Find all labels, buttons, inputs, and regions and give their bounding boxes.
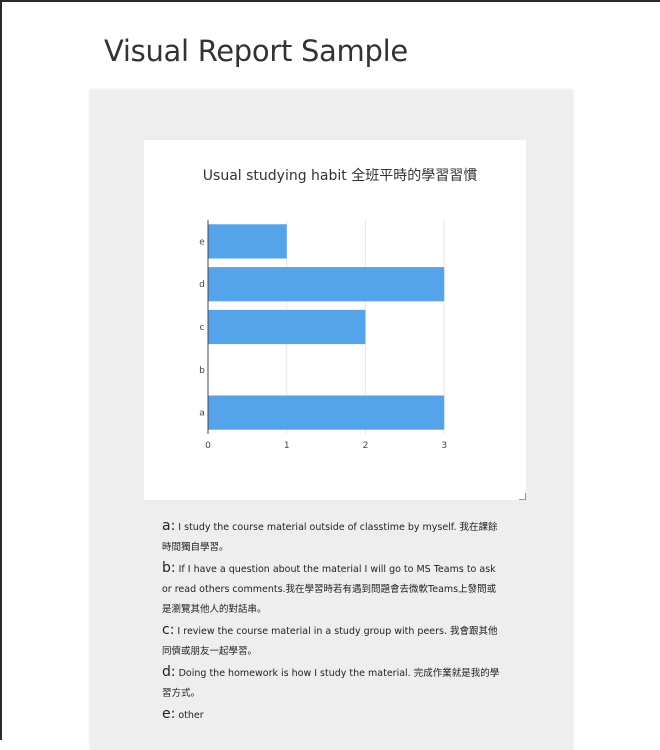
legend-item: d: Doing the homework is how I study the … [162, 662, 502, 704]
bar-a[interactable] [208, 395, 445, 430]
legend-text: I study the course material outside of c… [162, 522, 498, 553]
window-top-border [0, 0, 660, 2]
legend-key: e: [162, 706, 176, 722]
y-tick-label: b [199, 366, 205, 376]
page-title: Visual Report Sample [104, 34, 408, 68]
legend-key: a: [162, 518, 176, 534]
legend-text: Doing the homework is how I study the ma… [162, 668, 500, 699]
legend-item: e: other [162, 704, 502, 726]
legend-key: d: [162, 664, 176, 680]
bar-c[interactable] [208, 309, 366, 345]
legend-item: a: I study the course material outside of… [162, 516, 502, 558]
legend-block: a: I study the course material outside of… [162, 516, 502, 726]
bar-chart: Usual studying habit 全班平時的學習習慣 0 1 2 3 a b c d e [199, 167, 477, 451]
legend-key: b: [162, 560, 176, 576]
x-tick-label: 3 [441, 441, 447, 451]
bar-layer [208, 224, 445, 430]
legend-text: other [178, 710, 204, 721]
legend-item: b: If I have a question about the materia… [162, 558, 502, 620]
x-tick-label: 0 [205, 441, 211, 451]
y-tick-label: e [199, 237, 205, 247]
chart-card: Usual studying habit 全班平時的學習習慣 0 1 2 3 a b c d e [144, 140, 526, 500]
legend-item: c: I review the course material in a stud… [162, 620, 502, 662]
bar-e[interactable] [208, 224, 287, 259]
report-panel: Usual studying habit 全班平時的學習習慣 0 1 2 3 a b c d e… [90, 90, 573, 750]
bar-d[interactable] [208, 267, 445, 302]
window-left-border [0, 0, 2, 740]
y-tick-label: c [200, 323, 205, 333]
y-tick-label: d [199, 280, 205, 290]
x-tick-label: 1 [284, 441, 290, 451]
legend-text: I review the course material in a study … [162, 626, 498, 657]
x-tick-label: 2 [363, 441, 369, 451]
chart-title: Usual studying habit 全班平時的學習習慣 [203, 167, 477, 184]
legend-key: c: [162, 622, 175, 638]
resize-handle[interactable] [519, 493, 526, 500]
legend-text: If I have a question about the material … [162, 564, 497, 615]
y-tick-label: a [199, 409, 205, 419]
